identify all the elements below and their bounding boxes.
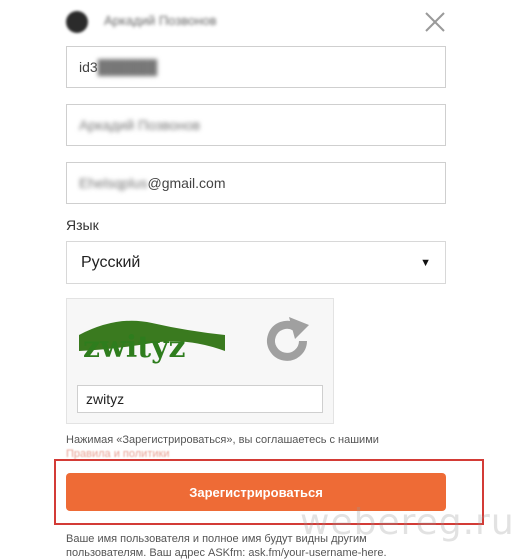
full-name-value: Аркадий Позвонов (79, 117, 201, 133)
refresh-icon[interactable] (259, 313, 315, 369)
captcha-text: zwityz (83, 330, 186, 365)
language-selected: Русский (81, 253, 141, 271)
email-prefix: Ehelsqplus (79, 175, 148, 191)
user-id-blurred: ██████ (97, 59, 158, 75)
watermark: webereg.ru (300, 502, 515, 543)
header-user-name: Аркадий Позвонов (104, 13, 217, 28)
close-icon[interactable] (422, 9, 448, 35)
full-name-field[interactable]: Аркадий Позвонов (66, 104, 446, 146)
user-id-field[interactable]: id3 ██████ (66, 46, 446, 88)
dropdown-arrow-icon: ▼ (420, 256, 431, 269)
avatar (66, 11, 88, 33)
email-field[interactable]: Ehelsqplus @gmail.com (66, 162, 446, 204)
language-select[interactable]: Русский ▼ (66, 241, 446, 284)
modal-header: Аркадий Позвонов (0, 0, 517, 44)
language-label: Язык (66, 217, 99, 233)
email-suffix: @gmail.com (147, 175, 226, 191)
terms-text: Нажимая «Зарегистрироваться», вы соглаша… (66, 434, 379, 446)
captcha-box: zwityz zwityz (66, 298, 334, 424)
captcha-input-value: zwityz (86, 391, 125, 407)
captcha-image: zwityz (79, 320, 225, 365)
captcha-input[interactable]: zwityz (77, 385, 323, 413)
user-id-value: id3 (79, 59, 98, 75)
terms-notice: Нажимая «Зарегистрироваться», вы соглаша… (66, 433, 456, 461)
footer-line-2: пользователям. Ваш адрес ASKfm: ask.fm/y… (66, 547, 387, 559)
